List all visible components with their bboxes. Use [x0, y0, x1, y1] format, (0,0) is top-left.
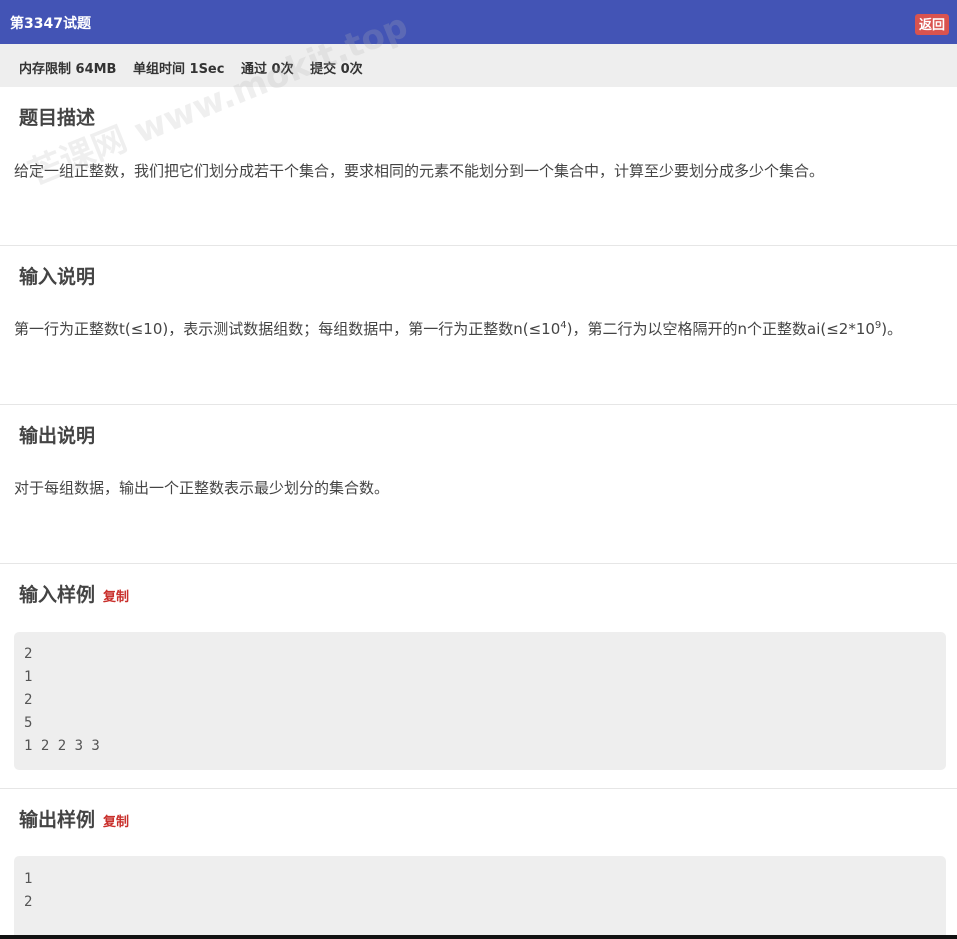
code-line: 2 — [24, 894, 33, 910]
passed-count: 通过 0次 — [241, 62, 294, 77]
top-bar: 第3347试题 返回 — [0, 0, 957, 44]
code-line: 1 — [24, 871, 33, 887]
stats-bar: 内存限制 64MB 单组时间 1Sec 通过 0次 提交 0次 — [0, 44, 957, 87]
input-text: 第一行为正整数t(≤10)，表示测试数据组数；每组数据中，第一行为正整数n(≤1… — [14, 320, 903, 338]
stats-line: 内存限制 64MB 单组时间 1Sec 通过 0次 提交 0次 — [19, 58, 375, 77]
sample-input-code: 2 1 2 5 1 2 2 3 3 — [14, 632, 946, 770]
description-text: 给定一组正整数，我们把它们划分成若干个集合，要求相同的元素不能划分到一个集合中，… — [14, 162, 825, 180]
time-limit: 单组时间 1Sec — [133, 62, 225, 77]
code-line: 5 — [24, 715, 33, 731]
sample-input-heading: 输入样例 复制 — [19, 584, 130, 606]
input-heading: 输入说明 — [19, 266, 96, 288]
sample-output-code: 1 2 — [14, 856, 946, 935]
page-title: 第3347试题 — [10, 16, 91, 32]
code-line: 2 — [24, 646, 33, 662]
code-line: 1 — [24, 669, 33, 685]
output-heading: 输出说明 — [19, 425, 96, 447]
memory-limit: 内存限制 64MB — [19, 62, 117, 77]
input-section: 输入说明 第一行为正整数t(≤10)，表示测试数据组数；每组数据中，第一行为正整… — [0, 246, 957, 404]
output-text: 对于每组数据，输出一个正整数表示最少划分的集合数。 — [14, 479, 390, 497]
bottom-edge — [0, 935, 957, 939]
copy-input-button[interactable]: 复制 — [103, 590, 129, 605]
code-line: 2 — [24, 692, 33, 708]
description-section: 题目描述 给定一组正整数，我们把它们划分成若干个集合，要求相同的元素不能划分到一… — [0, 87, 957, 245]
description-heading: 题目描述 — [19, 107, 96, 129]
code-line: 1 2 2 3 3 — [24, 738, 100, 754]
submitted-count: 提交 0次 — [310, 62, 363, 77]
back-button[interactable]: 返回 — [914, 14, 949, 35]
output-section: 输出说明 对于每组数据，输出一个正整数表示最少划分的集合数。 — [0, 405, 957, 563]
sample-output-heading: 输出样例 复制 — [19, 809, 130, 831]
copy-output-button[interactable]: 复制 — [103, 815, 129, 830]
